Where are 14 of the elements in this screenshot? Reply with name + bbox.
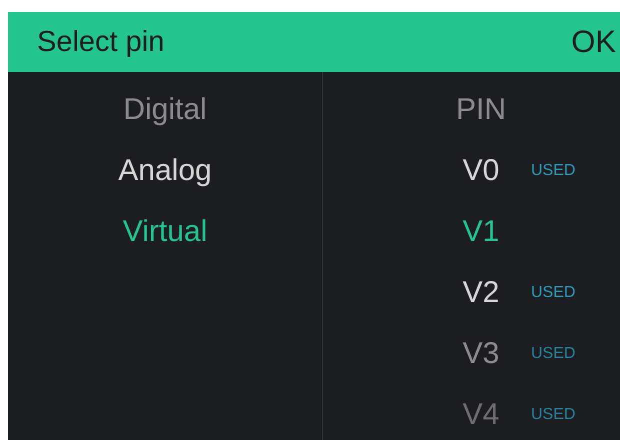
used-label: USED xyxy=(531,284,576,300)
pin-type-option[interactable]: Virtual xyxy=(122,214,208,248)
pin-type-option[interactable]: Digital xyxy=(123,92,207,126)
used-label: USED xyxy=(531,344,576,362)
pin-option[interactable]: V3 xyxy=(451,336,511,370)
pin-option[interactable]: V0 xyxy=(451,154,511,188)
pin-type-option[interactable]: Analog xyxy=(118,154,212,188)
ok-button[interactable]: OK xyxy=(571,24,616,60)
dialog-title: Select pin xyxy=(37,26,164,58)
pin-option[interactable]: V2 xyxy=(451,276,511,310)
used-label: USED xyxy=(531,406,576,422)
pin-option[interactable]: PIN xyxy=(451,92,511,126)
used-label: USED xyxy=(531,162,576,178)
pin-option[interactable]: V1 xyxy=(451,214,511,248)
